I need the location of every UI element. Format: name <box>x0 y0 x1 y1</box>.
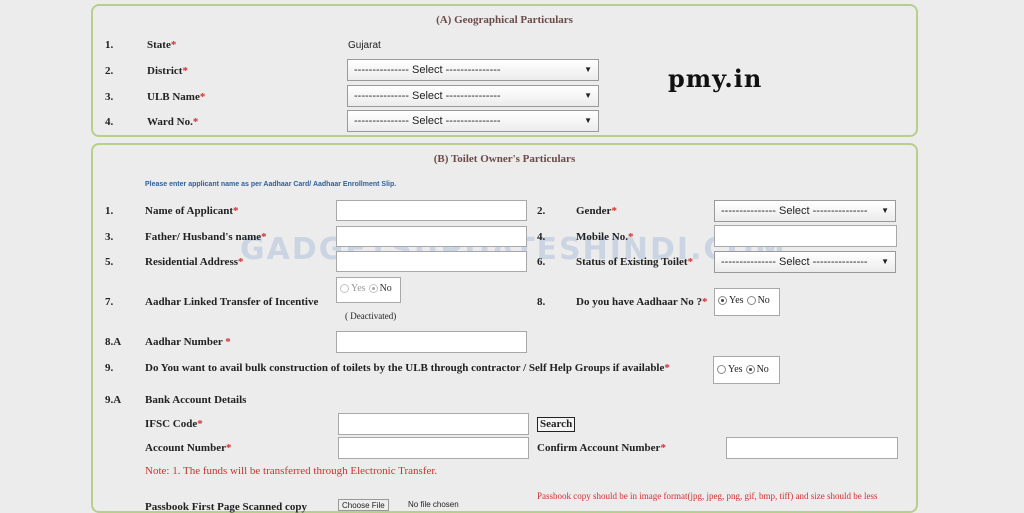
search-button[interactable]: Search <box>537 417 576 432</box>
gender-select[interactable]: --------------- Select --------------- ▼ <box>714 200 896 222</box>
yes-radio[interactable] <box>718 296 727 306</box>
chevron-down-icon: ▼ <box>881 257 889 266</box>
passbook-note: Passbook copy should be in image format(… <box>537 491 878 501</box>
section-a-title: (A) Geographical Particulars <box>436 14 573 26</box>
chevron-down-icon: ▼ <box>584 91 592 100</box>
row-num: 4. <box>105 116 114 128</box>
site-logo: pmy.in <box>668 64 763 93</box>
toilet-status-label: Status of Existing Toilet* <box>576 256 694 268</box>
aadhar-transfer-label: Aadhar Linked Transfer of Incentive <box>145 296 319 308</box>
no-radio[interactable] <box>368 284 378 294</box>
district-label: District* <box>147 65 188 77</box>
mobile-label: Mobile No.* <box>576 231 634 243</box>
ifsc-input[interactable] <box>338 413 529 435</box>
passbook-upload-label: Passbook First Page Scanned copy <box>145 501 307 513</box>
row-num: 9. <box>105 362 114 374</box>
deactivated-text: ( Deactivated) <box>345 311 397 321</box>
transfer-note: Note: 1. The funds will be transferred t… <box>145 465 438 477</box>
applicant-name-input[interactable] <box>336 200 527 221</box>
row-num: 2. <box>537 205 546 217</box>
chevron-down-icon: ▼ <box>584 116 592 125</box>
chevron-down-icon: ▼ <box>584 65 592 74</box>
account-number-input[interactable] <box>338 437 529 459</box>
no-radio[interactable] <box>745 365 755 375</box>
no-radio[interactable] <box>746 296 756 306</box>
row-num: 9.A <box>105 394 122 406</box>
state-label: State* <box>147 39 177 51</box>
have-aadhaar-label: Do you have Aadhaar No ?* <box>576 296 708 308</box>
chevron-down-icon: ▼ <box>881 206 889 215</box>
aadhar-number-label: Aadhar Number * <box>145 336 231 348</box>
applicant-hint: Please enter applicant name as per Aadha… <box>145 181 397 188</box>
row-num: 5. <box>105 256 114 268</box>
bulk-construction-radio-group: Yes No <box>713 356 780 384</box>
row-num: 6. <box>537 256 546 268</box>
aadhar-number-input[interactable] <box>336 331 527 353</box>
aadhar-transfer-radio-group: Yes No <box>336 277 401 303</box>
ulb-name-select[interactable]: --------------- Select --------------- ▼ <box>347 85 599 107</box>
district-select[interactable]: --------------- Select --------------- ▼ <box>347 59 599 81</box>
row-num: 1. <box>105 205 114 217</box>
mobile-input[interactable] <box>714 225 897 247</box>
row-num: 1. <box>105 39 114 51</box>
bulk-construction-label: Do You want to avail bulk construction o… <box>145 362 670 374</box>
confirm-account-label: Confirm Account Number* <box>537 442 666 454</box>
ward-no-select[interactable]: --------------- Select --------------- ▼ <box>347 110 599 132</box>
account-number-label: Account Number* <box>145 442 232 454</box>
row-num: 3. <box>105 91 114 103</box>
row-num: 3. <box>105 231 114 243</box>
state-value: Gujarat <box>348 40 381 51</box>
row-num: 8. <box>537 296 546 308</box>
address-input[interactable] <box>336 251 527 272</box>
father-husband-label: Father/ Husband's name* <box>145 231 267 243</box>
toilet-status-select[interactable]: --------------- Select --------------- ▼ <box>714 251 896 273</box>
section-b-title: (B) Toilet Owner's Particulars <box>433 153 576 165</box>
no-file-text: No file chosen <box>408 500 459 509</box>
ifsc-label: IFSC Code* <box>145 418 203 430</box>
applicant-name-label: Name of Applicant* <box>145 205 239 217</box>
ulb-name-label: ULB Name* <box>147 91 206 103</box>
row-num: 4. <box>537 231 546 243</box>
row-num: 2. <box>105 65 114 77</box>
yes-radio[interactable] <box>717 365 726 375</box>
father-husband-input[interactable] <box>336 226 527 247</box>
ward-no-label: Ward No.* <box>147 116 199 128</box>
row-num: 8.A <box>105 336 122 348</box>
yes-radio[interactable] <box>340 284 349 294</box>
have-aadhaar-radio-group: Yes No <box>714 288 780 316</box>
confirm-account-input[interactable] <box>726 437 898 459</box>
gender-label: Gender* <box>576 205 617 217</box>
choose-file-button[interactable]: Choose File <box>338 499 389 511</box>
bank-details-label: Bank Account Details <box>145 394 247 406</box>
address-label: Residential Address* <box>145 256 244 268</box>
row-num: 7. <box>105 296 114 308</box>
